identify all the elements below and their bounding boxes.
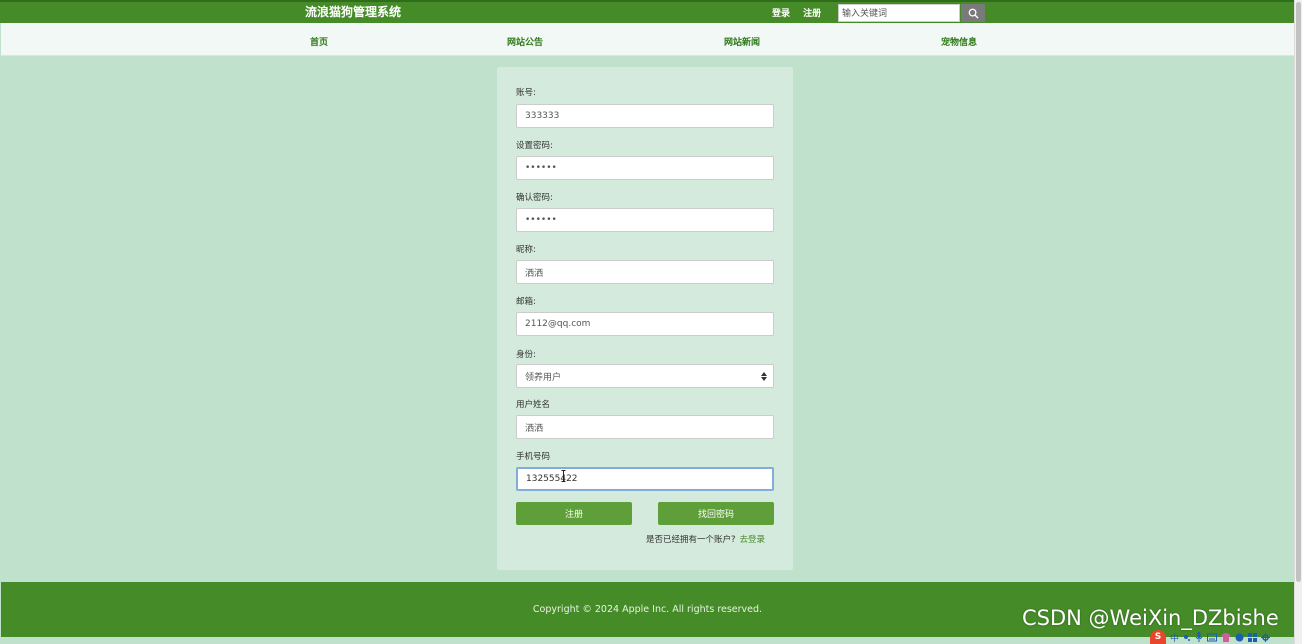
scrollbar-thumb[interactable] [1296,2,1301,582]
confirm-password-label: 确认密码: [516,193,553,203]
login-hint: 是否已经拥有一个账户? 去登录 [646,533,765,545]
settings-gear-icon[interactable] [1261,632,1271,642]
microphone-icon[interactable] [1195,632,1203,642]
search-input[interactable] [838,4,960,22]
role-select[interactable]: 领养用户 [516,364,774,388]
has-account-text: 是否已经拥有一个账户? [646,535,736,545]
login-link[interactable]: 登录 [772,9,790,19]
csdn-watermark: CSDN @WeiXin_DZbishe [1022,606,1279,630]
email-input[interactable] [516,312,774,336]
site-title: 流浪猫狗管理系统 [305,5,402,19]
vertical-scrollbar[interactable] [1294,0,1302,644]
search-button[interactable] [961,4,985,22]
phone-input[interactable] [516,467,774,491]
text-cursor-icon [561,470,566,482]
select-arrows-icon [761,371,767,381]
password-label: 设置密码: [516,141,553,151]
punctuation-icon[interactable] [1183,633,1191,642]
nav-item-news[interactable]: 网站新闻 [724,35,760,48]
nickname-input[interactable] [516,260,774,284]
nav-item-pet-info[interactable]: 宠物信息 [941,35,977,48]
role-select-value: 领养用户 [525,372,562,383]
grid-apps-icon[interactable] [1248,632,1258,642]
ime-language-indicator[interactable]: 中 [1170,631,1179,644]
go-login-link[interactable]: 去登录 [740,535,766,545]
account-input[interactable] [516,104,774,128]
account-label: 账号: [516,88,536,98]
password-input[interactable] [516,156,774,180]
realname-label: 用户姓名 [516,400,551,410]
sogou-ime-icon[interactable]: S [1150,630,1166,644]
top-header-bar: 流浪猫狗管理系统 登录 注册 [0,0,1294,23]
confirm-password-input[interactable] [516,208,774,232]
realname-input[interactable] [516,415,774,439]
register-button[interactable]: 注册 [516,502,632,525]
phone-label: 手机号码 [516,452,551,462]
shirt-icon[interactable] [1221,632,1232,642]
nav-item-announcements[interactable]: 网站公告 [507,35,543,48]
skin-icon[interactable] [1235,633,1244,642]
nav-item-home[interactable]: 首页 [310,35,328,48]
search-icon [968,8,979,19]
email-label: 邮箱: [516,297,536,307]
nickname-label: 昵称: [516,245,536,255]
top-links: 登录 注册 [772,6,831,19]
role-label: 身份: [516,350,536,360]
main-nav: 首页 网站公告 网站新闻 宠物信息 [1,23,1294,56]
keyboard-icon[interactable] [1207,633,1218,642]
ime-tray: S 中 [1150,630,1300,644]
register-link[interactable]: 注册 [803,9,821,19]
forgot-password-button[interactable]: 找回密码 [658,502,774,525]
